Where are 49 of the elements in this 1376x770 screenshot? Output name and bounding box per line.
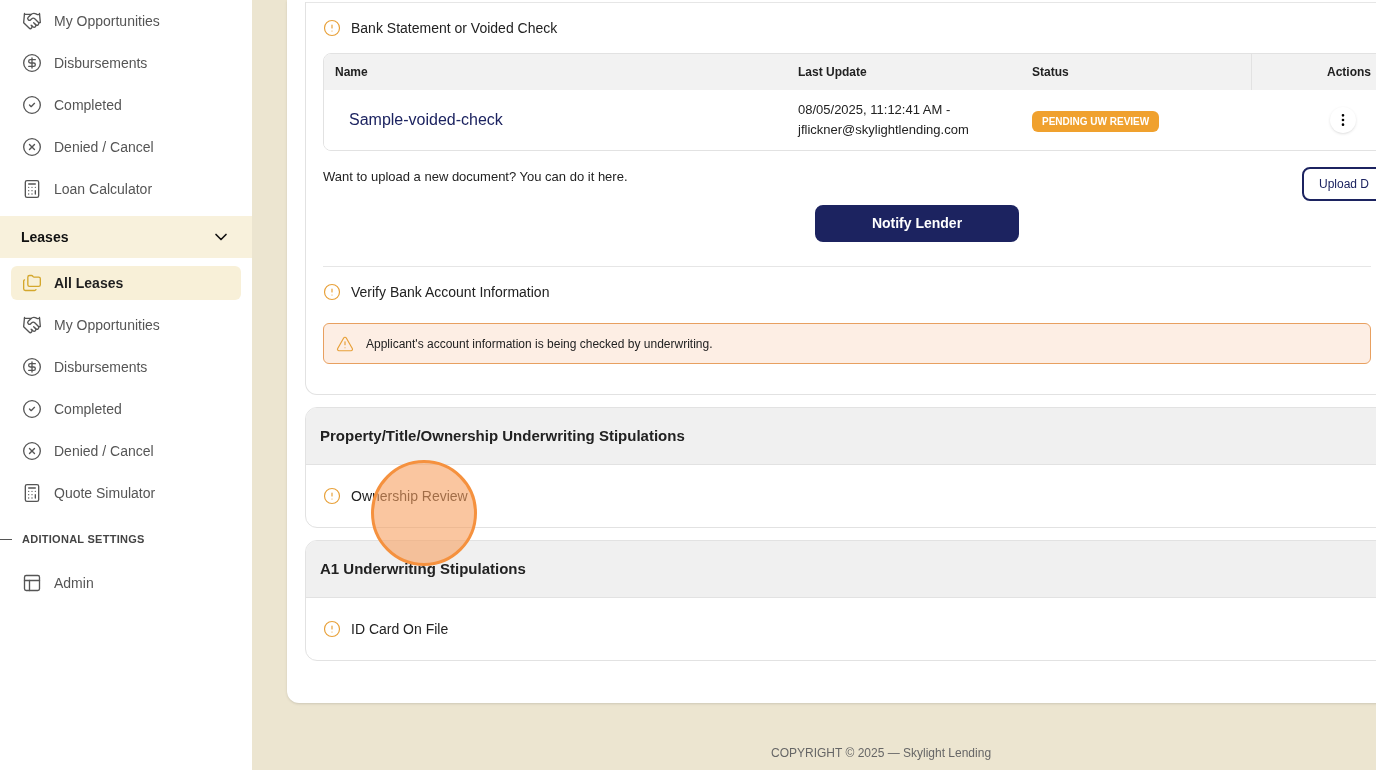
sidebar-item[interactable]: Completed — [11, 388, 241, 430]
sidebar-item[interactable]: My Opportunities — [11, 0, 241, 42]
upload-button[interactable]: Upload D — [1301, 167, 1376, 201]
column-header: Last Update — [798, 64, 867, 81]
stipulation-title: Bank Statement or Voided Check — [351, 18, 558, 38]
footer-copyright: COPYRIGHT © 2025 — Skylight Lending — [771, 745, 992, 762]
alert-icon — [323, 283, 341, 301]
dollar-icon — [22, 357, 42, 377]
alert-icon — [323, 487, 341, 505]
layout-icon — [22, 573, 42, 593]
dollar-icon — [22, 53, 42, 73]
x-circle-icon — [22, 441, 42, 461]
check-circle-icon — [22, 95, 42, 115]
sidebar-item[interactable]: Admin — [11, 562, 241, 604]
calculator-icon — [22, 179, 42, 199]
alert-message: Applicant's account information is being checked by underwriting. — [366, 335, 713, 353]
check-circle-icon — [22, 399, 42, 419]
sidebar-item[interactable]: All Leases — [11, 266, 241, 300]
stipulation-title: ID Card On File — [351, 619, 449, 639]
handshake-icon — [22, 11, 42, 31]
status-badge: PENDING UW REVIEW — [1032, 111, 1160, 132]
sidebar-item[interactable]: Denied / Cancel — [11, 126, 241, 168]
column-header: Name — [335, 64, 368, 81]
sidebar-item[interactable]: Completed — [11, 84, 241, 126]
section-heading: ADITIONAL SETTINGS — [22, 531, 145, 547]
warning-icon — [336, 334, 354, 353]
sidebar-item[interactable]: My Opportunities — [11, 304, 241, 346]
leases-section-toggle[interactable]: Leases — [0, 216, 252, 258]
sidebar-item[interactable]: Loan Calculator — [11, 168, 241, 210]
column-header: Actions — [1327, 64, 1371, 81]
x-circle-icon — [22, 137, 42, 157]
column-header: Status — [1032, 64, 1069, 81]
handshake-icon — [22, 315, 42, 335]
stipulation-title: Verify Bank Account Information — [351, 282, 550, 302]
table-cell-text: 08/05/2025, 11:12:41 AM - jflickner@skylightlending.com — [798, 101, 970, 139]
folders-icon — [22, 273, 42, 293]
sidebar-item[interactable]: Disbursements — [11, 346, 241, 388]
more-options-button[interactable] — [1330, 107, 1356, 133]
sidebar-item[interactable]: Quote Simulator — [11, 472, 241, 514]
alert-icon — [323, 620, 341, 638]
document-link[interactable]: Sample-voided-check — [349, 111, 503, 128]
group-title: A1 Underwriting Stipulations — [320, 558, 526, 579]
alert-icon — [323, 19, 341, 37]
upload-prompt: Want to upload a new document? You can do it here. — [323, 168, 628, 186]
calculator-icon — [22, 483, 42, 503]
notify-lender-button[interactable]: Notify Lender — [815, 205, 1019, 242]
sidebar-item[interactable]: Disbursements — [11, 42, 241, 84]
group-title: Property/Title/Ownership Underwriting Stipulations — [320, 425, 685, 446]
sidebar-item[interactable]: Denied / Cancel — [11, 430, 241, 472]
